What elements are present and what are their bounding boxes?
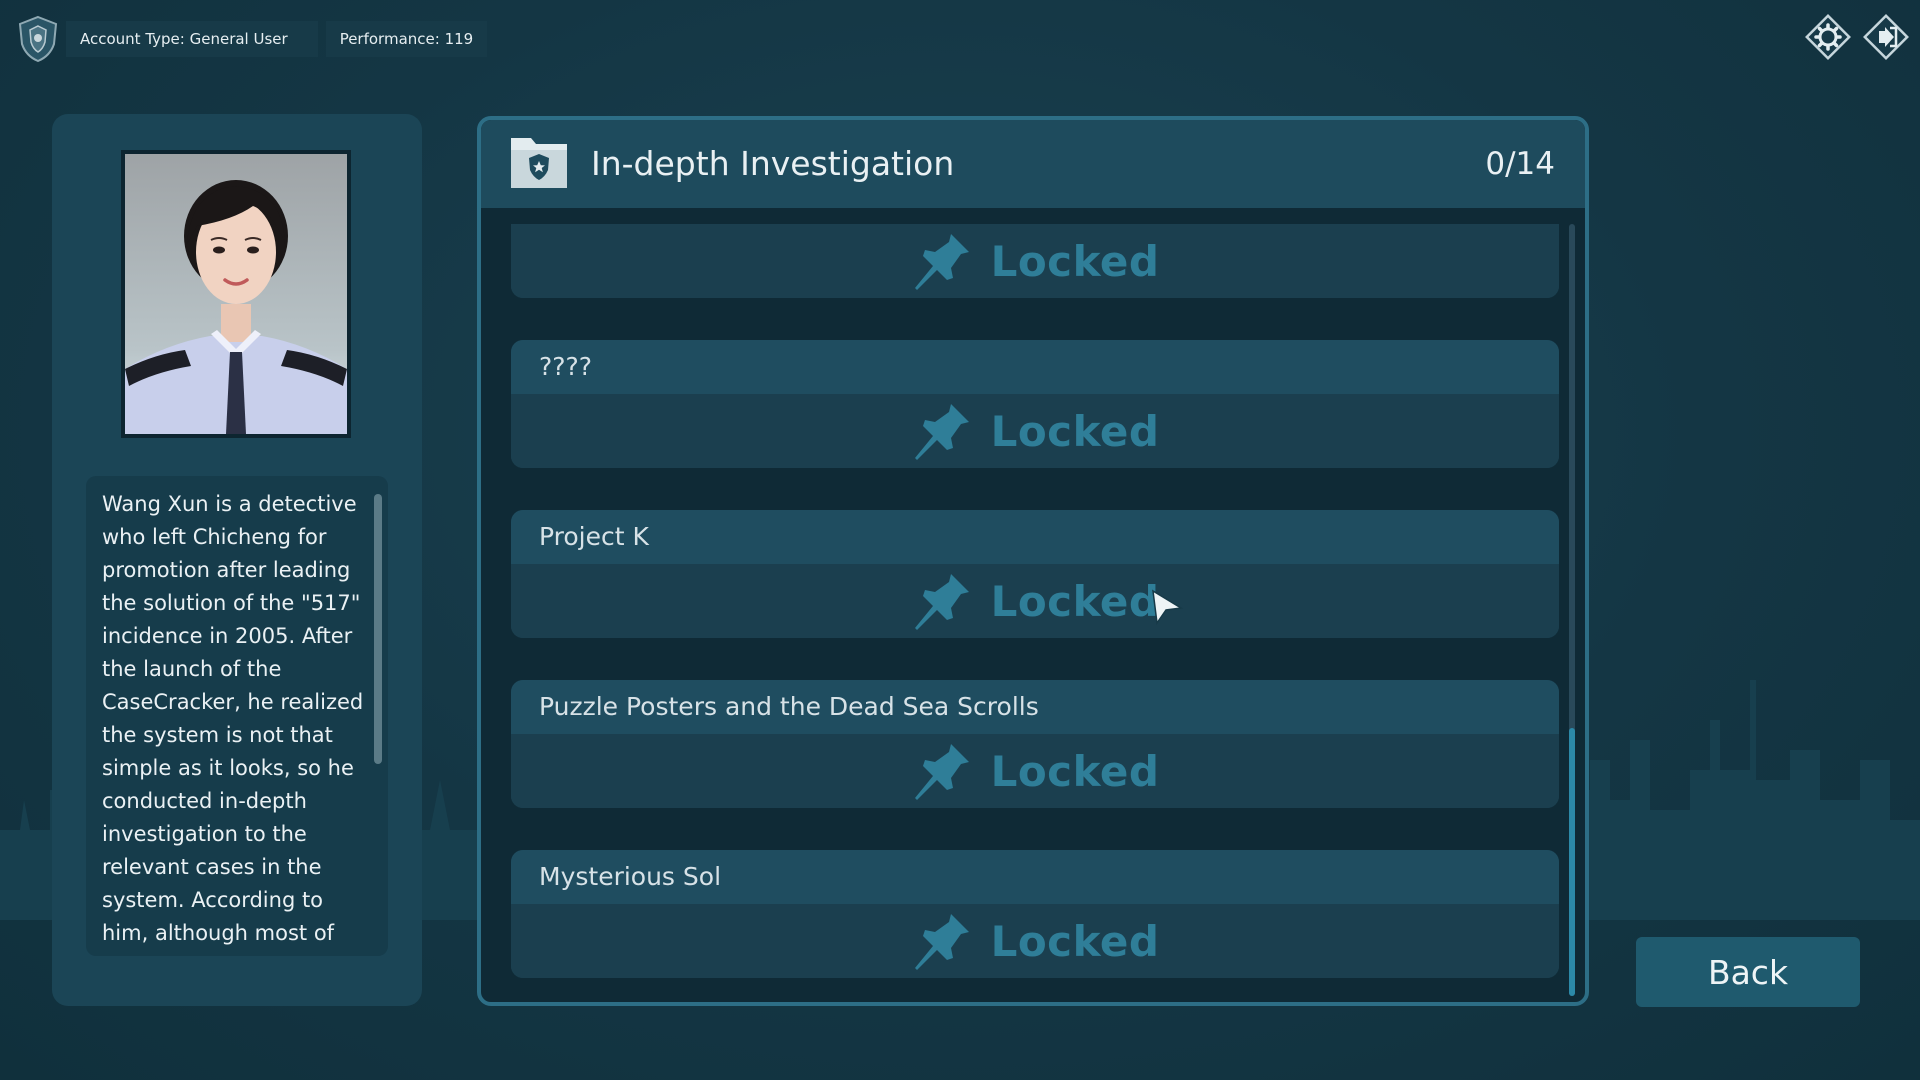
case-card[interactable]: ???? Locked xyxy=(511,340,1559,468)
back-button[interactable]: Back xyxy=(1636,937,1860,1007)
top-bar: Account Type: General User Performance: … xyxy=(14,14,488,64)
case-title: Project K xyxy=(511,510,1559,564)
case-card[interactable]: Project K Locked xyxy=(511,510,1559,638)
bio-scrollbar[interactable] xyxy=(374,494,382,764)
pushpin-icon xyxy=(914,404,969,460)
detective-portrait xyxy=(125,154,347,434)
case-card[interactable]: Locked xyxy=(511,224,1559,298)
exit-icon[interactable] xyxy=(1861,12,1911,62)
locked-label: Locked xyxy=(990,746,1160,796)
progress-counter: 0/14 xyxy=(1485,146,1555,182)
police-badge-icon xyxy=(18,15,58,63)
pushpin-icon xyxy=(914,914,969,970)
locked-label: Locked xyxy=(990,916,1160,966)
case-list-scroll-thumb[interactable] xyxy=(1569,728,1575,996)
performance-label: Performance: 119 xyxy=(325,21,488,57)
case-lock-row: Locked xyxy=(511,734,1559,808)
pushpin-icon xyxy=(914,744,969,800)
investigation-panel: In-depth Investigation 0/14 Locked ???? … xyxy=(477,116,1589,1006)
account-type-label: Account Type: General User xyxy=(66,21,318,57)
locked-label: Locked xyxy=(990,236,1160,286)
case-lock-row: Locked xyxy=(511,224,1559,298)
locked-label: Locked xyxy=(990,576,1160,626)
gear-icon[interactable] xyxy=(1803,12,1853,62)
pushpin-icon xyxy=(914,234,969,290)
city-skyline-right xyxy=(1560,680,1920,920)
case-card[interactable]: Puzzle Posters and the Dead Sea Scrolls … xyxy=(511,680,1559,808)
panel-header: In-depth Investigation 0/14 xyxy=(481,120,1585,208)
case-lock-row: Locked xyxy=(511,904,1559,978)
locked-label: Locked xyxy=(990,406,1160,456)
case-card[interactable]: Mysterious Sol Locked xyxy=(511,850,1559,978)
folder-badge-icon xyxy=(511,138,567,188)
case-list[interactable]: Locked ???? Locked Project K Locked Puzz… xyxy=(511,224,1559,996)
case-lock-row: Locked xyxy=(511,394,1559,468)
pushpin-icon xyxy=(914,574,969,630)
game-screen: Account Type: General User Performance: … xyxy=(0,0,1920,1080)
profile-panel: Wang Xun is a detective who left Chichen… xyxy=(52,114,422,1006)
case-title: ???? xyxy=(511,340,1559,394)
panel-title: In-depth Investigation xyxy=(591,144,955,183)
cursor-icon xyxy=(1152,589,1184,626)
case-title: Mysterious Sol xyxy=(511,850,1559,904)
case-title: Puzzle Posters and the Dead Sea Scrolls xyxy=(511,680,1559,734)
bio-box[interactable]: Wang Xun is a detective who left Chichen… xyxy=(86,476,388,956)
detective-photo-frame xyxy=(121,150,351,438)
case-lock-row: Locked xyxy=(511,564,1559,638)
detective-bio: Wang Xun is a detective who left Chichen… xyxy=(102,492,364,945)
